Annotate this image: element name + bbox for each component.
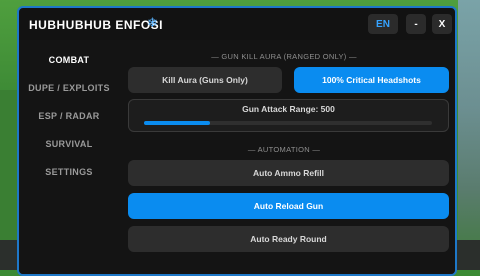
sidebar: COMBAT DUPE / EXPLOITS ESP / RADAR SURVI… bbox=[19, 40, 119, 274]
titlebar[interactable]: HUBHUBHUB ENFOSI ❄ EN - X bbox=[19, 8, 455, 40]
language-button[interactable]: EN bbox=[368, 14, 398, 34]
tab-survival[interactable]: SURVIVAL bbox=[19, 139, 119, 149]
section-header-automation: — AUTOMATION — bbox=[247, 145, 321, 154]
minimize-button[interactable]: - bbox=[406, 14, 426, 34]
gun-attack-range-slider[interactable]: Gun Attack Range: 500 bbox=[128, 99, 449, 132]
auto-reload-gun-toggle[interactable]: Auto Reload Gun bbox=[128, 193, 449, 219]
slider-track[interactable] bbox=[144, 121, 432, 125]
auto-ammo-refill-toggle[interactable]: Auto Ammo Refill bbox=[128, 160, 449, 186]
section-header-gun-kill-aura: — GUN KILL AURA (RANGED ONLY) — bbox=[211, 52, 357, 61]
tab-combat[interactable]: COMBAT bbox=[19, 55, 119, 65]
snowflake-icon: ❄ bbox=[147, 15, 158, 30]
background-scenery bbox=[458, 0, 480, 270]
slider-label: Gun Attack Range: 500 bbox=[242, 104, 335, 114]
tab-esp-radar[interactable]: ESP / RADAR bbox=[19, 111, 119, 121]
slider-fill bbox=[144, 121, 211, 125]
window-title: HUBHUBHUB ENFOSI bbox=[29, 18, 163, 32]
auto-ready-round-toggle[interactable]: Auto Ready Round bbox=[128, 226, 449, 252]
tab-settings[interactable]: SETTINGS bbox=[19, 167, 119, 177]
script-hub-window: HUBHUBHUB ENFOSI ❄ EN - X COMBAT DUPE / … bbox=[17, 6, 457, 276]
close-button[interactable]: X bbox=[432, 14, 452, 34]
kill-aura-toggle[interactable]: Kill Aura (Guns Only) bbox=[128, 67, 282, 93]
critical-headshots-toggle[interactable]: 100% Critical Headshots bbox=[294, 67, 449, 93]
tab-dupe-exploits[interactable]: DUPE / EXPLOITS bbox=[19, 83, 119, 93]
content-panel: — GUN KILL AURA (RANGED ONLY) — Kill Aur… bbox=[119, 40, 455, 274]
